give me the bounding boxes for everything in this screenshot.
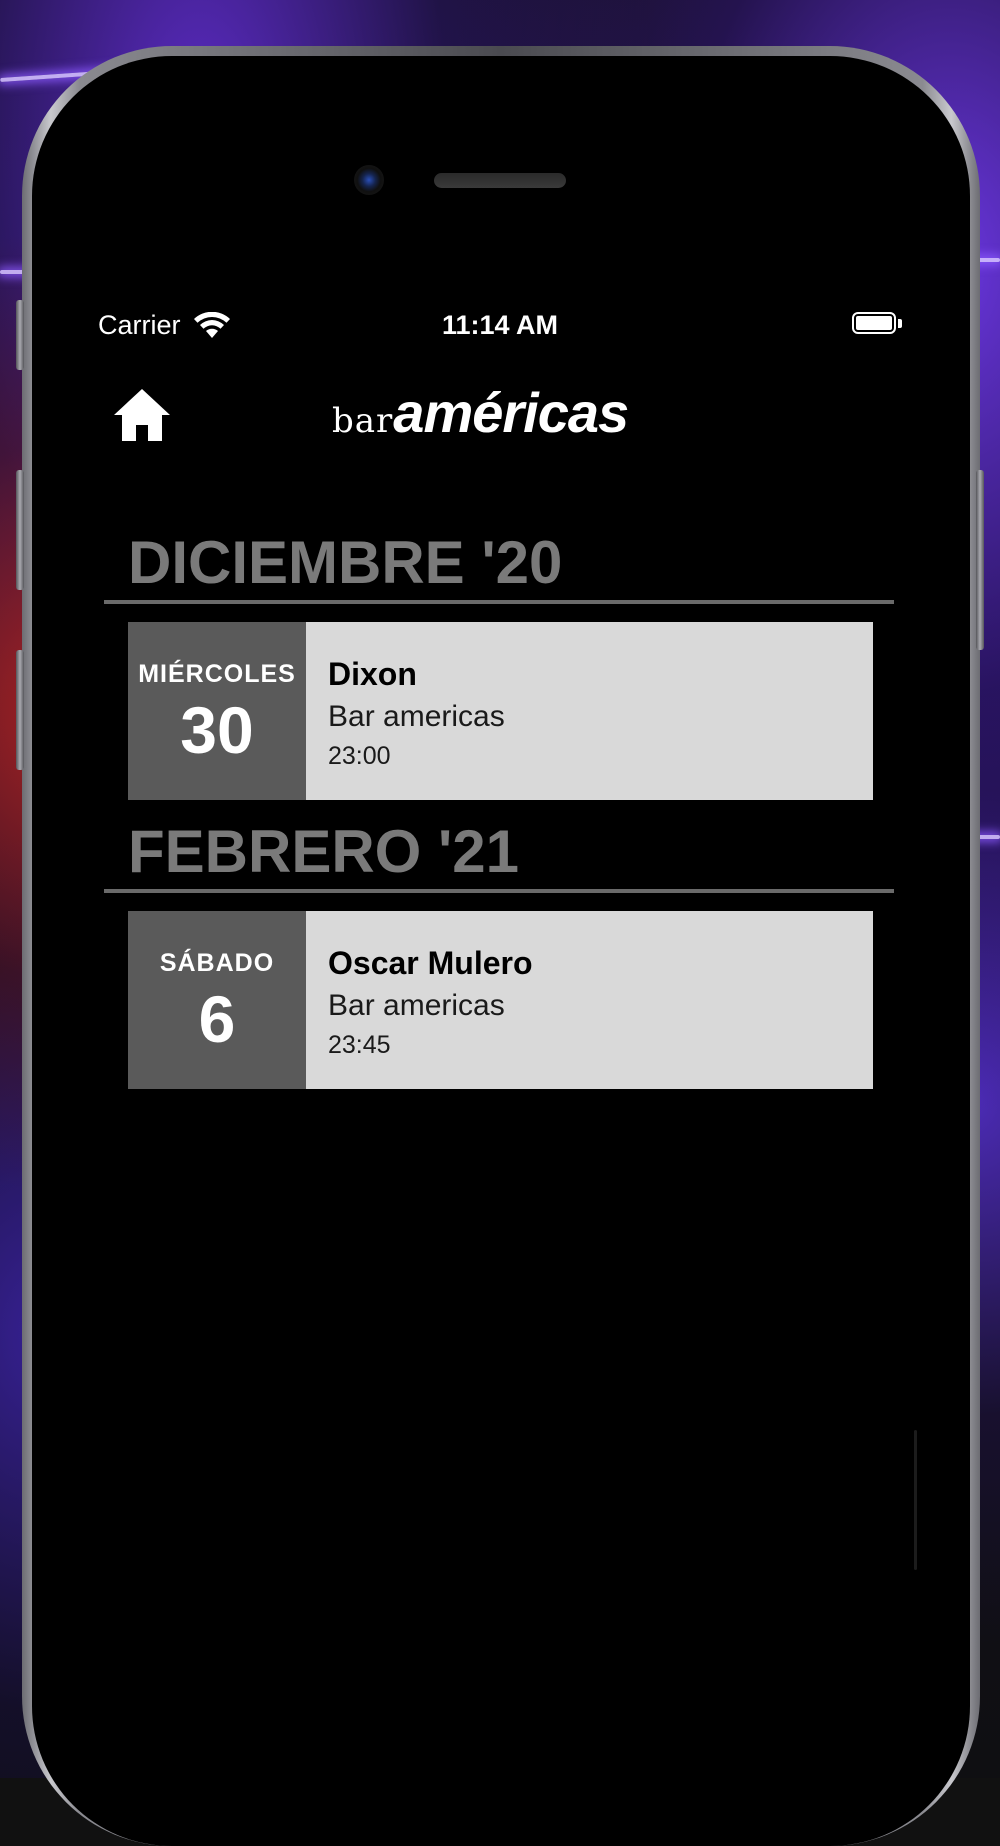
volume-down-button [16,650,24,770]
battery-tip [898,319,902,328]
event-artist: Dixon [328,656,417,692]
earpiece-speaker [434,173,566,188]
status-bar: Carrier 11:14 AM [52,270,948,380]
home-icon[interactable] [112,385,172,445]
event-day: 30 [180,693,254,767]
battery-icon [852,312,896,334]
event-card[interactable]: MIÉRCOLES 30 Dixon Bar americas 23:00 [128,622,873,800]
month-divider [104,889,894,893]
event-card[interactable]: SÁBADO 6 Oscar Mulero Bar americas 23:45 [128,911,873,1089]
month-header: DICIEMBRE '20 [128,529,563,596]
navigation-bar: baraméricas [52,370,948,490]
front-camera [354,165,384,195]
event-time: 23:45 [328,1031,391,1059]
event-date-block: MIÉRCOLES 30 [128,622,306,800]
event-venue: Bar americas [328,700,505,733]
volume-up-button [16,470,24,590]
mute-switch [16,300,24,370]
month-header: FEBRERO '21 [128,818,520,885]
logo-americas-text: américas [393,381,629,444]
event-venue: Bar americas [328,989,505,1022]
status-time: 11:14 AM [441,310,559,340]
bar-americas-logo: baraméricas [332,380,629,445]
event-time: 23:00 [328,742,391,770]
app-screen: Carrier 11:14 AM baraméricas DICIEMBRE '… [52,270,948,1778]
event-weekday: SÁBADO [159,949,275,977]
month-divider [104,600,894,604]
event-date-block: SÁBADO 6 [128,911,306,1089]
event-artist: Oscar Mulero [328,945,533,981]
event-day: 6 [198,982,236,1056]
event-weekday: MIÉRCOLES [138,660,296,688]
logo-bar-text: bar [332,401,394,441]
power-button [976,470,984,650]
scroll-indicator[interactable] [914,1430,917,1570]
